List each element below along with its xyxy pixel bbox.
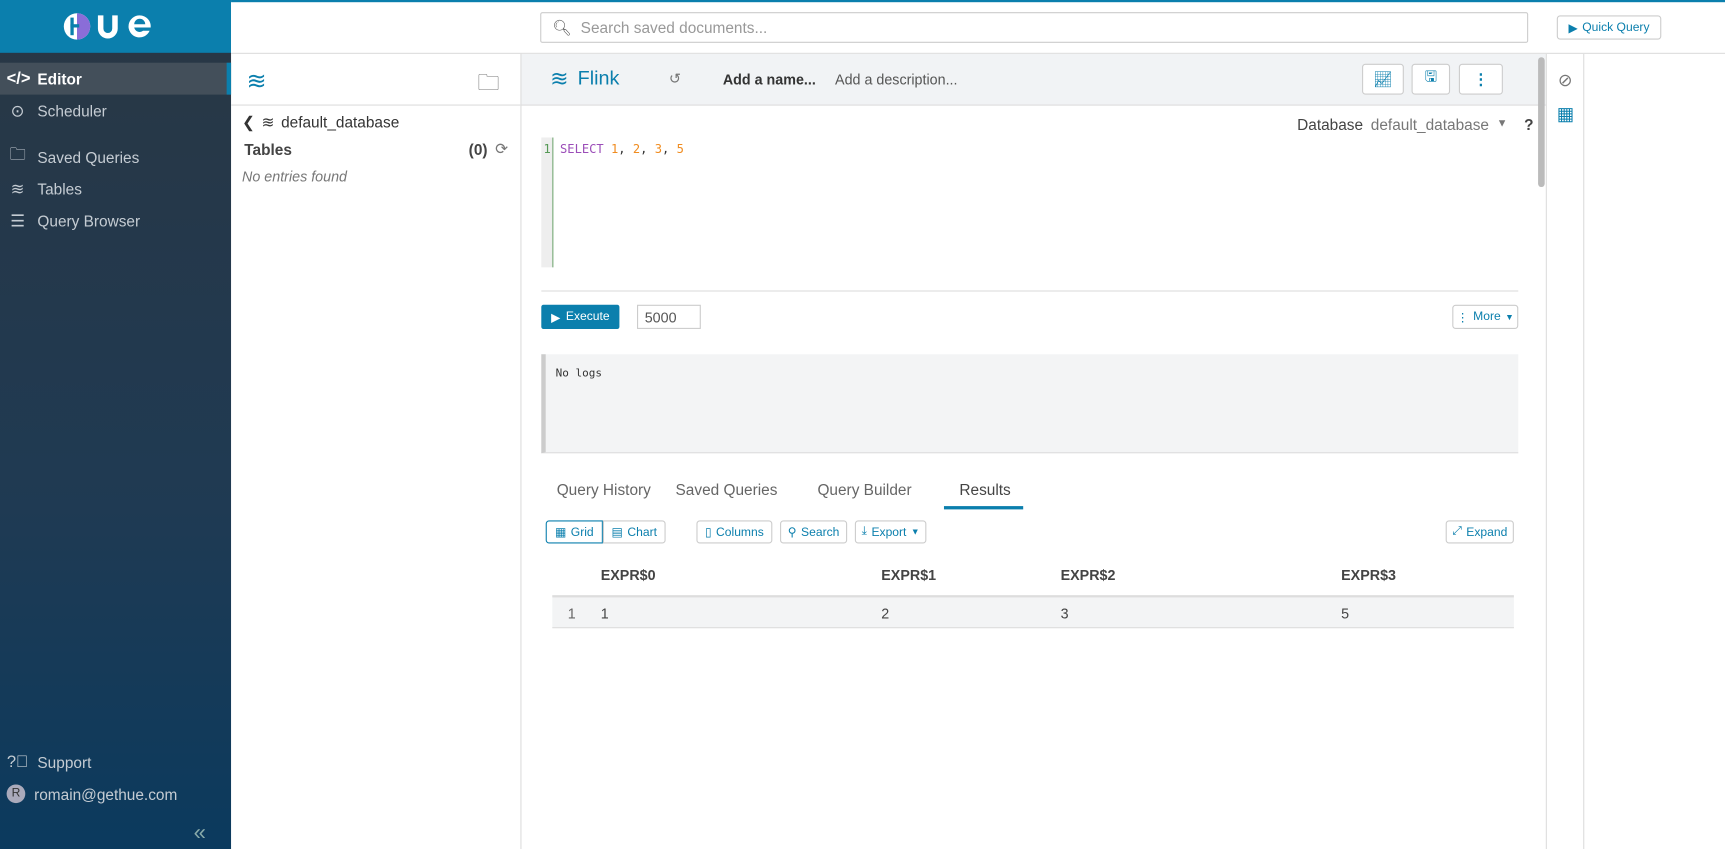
right-rail: ⊘ ▦: [1545, 53, 1585, 849]
tab-query-history[interactable]: Query History: [557, 481, 651, 499]
logs-panel: No logs: [541, 354, 1519, 454]
columns-icon: ▯: [704, 525, 712, 540]
avatar: R: [6, 784, 26, 804]
sidebar-item-scheduler[interactable]: ⊙ Scheduler: [0, 95, 231, 127]
database-breadcrumb[interactable]: ❮ ≋ default_database: [242, 113, 399, 132]
tab-saved-queries[interactable]: Saved Queries: [676, 481, 778, 499]
table-row: [552, 595, 1514, 629]
table-cell: 3: [1060, 605, 1069, 622]
support-link[interactable]: ?⃝ Support: [0, 746, 231, 778]
sidebar-item-query-browser[interactable]: ☰ Query Browser: [0, 205, 231, 237]
chart-button[interactable]: ▤ Chart: [602, 520, 666, 544]
help-icon[interactable]: ?: [1524, 116, 1533, 134]
collapse-sidebar-icon[interactable]: «: [194, 821, 206, 846]
export-button[interactable]: ⤓ Export ▼: [854, 520, 927, 544]
calendar-icon[interactable]: ▦: [1557, 103, 1575, 125]
top-bar: 🔍︎ Search saved documents... ▶ Quick Query: [231, 0, 1725, 54]
search-icon: ⚲: [787, 525, 797, 540]
tables-heading: Tables: [244, 140, 292, 159]
more-vertical-icon[interactable]: ⋮: [1458, 63, 1503, 95]
folder-icon[interactable]: 🗀: [477, 67, 499, 104]
column-header[interactable]: EXPR$1: [881, 567, 936, 584]
grid-icon: ▦: [554, 525, 567, 540]
empty-message: No entries found: [242, 168, 348, 185]
expand-icon: ⤢: [1452, 524, 1462, 538]
divider[interactable]: [541, 290, 1519, 292]
search-button[interactable]: ⚲ Search: [780, 520, 848, 544]
code-icon: </>: [6, 69, 31, 89]
history-icon[interactable]: ↺: [669, 70, 681, 88]
column-header[interactable]: EXPR$0: [601, 567, 656, 584]
expand-button[interactable]: ⤢ Expand: [1445, 520, 1514, 544]
download-icon: ⤓: [861, 524, 868, 538]
database-icon[interactable]: ≋: [246, 67, 266, 96]
grid-button[interactable]: ▦ Grid: [545, 520, 603, 544]
caret-down-icon: ▼: [1505, 311, 1514, 322]
column-header[interactable]: EXPR$2: [1061, 567, 1116, 584]
code-editor[interactable]: 1 SELECT 1, 2, 3, 5: [541, 137, 1518, 268]
column-header[interactable]: EXPR$3: [1341, 567, 1396, 584]
limit-input[interactable]: 5000: [637, 304, 701, 329]
more-button[interactable]: ⋮ More ▼: [1452, 304, 1519, 329]
chart-icon: ▤: [611, 525, 623, 540]
sidebar-item-editor[interactable]: </> Editor: [0, 62, 232, 95]
chart-icon[interactable]: 📈︎: [1362, 63, 1404, 95]
tab-query-builder[interactable]: Query Builder: [817, 481, 911, 499]
help-icon: ?⃝: [6, 752, 29, 772]
play-icon: ▶: [551, 310, 561, 325]
tab-results[interactable]: Results: [959, 481, 1010, 499]
table-cell: 1: [600, 605, 609, 622]
editor-header: ≋ Flink ↺ Add a name... Add a descriptio…: [521, 53, 1546, 188]
sidebar-item-tables[interactable]: ≋ Tables: [0, 173, 231, 205]
sidebar: </> Editor ⊙ Scheduler 🗀 Saved Queries ≋ Tab…: [0, 0, 232, 849]
caret-down-icon: ▼: [910, 526, 920, 537]
scheduler-icon: ⊙: [10, 101, 25, 121]
quick-query-button[interactable]: ▶ Quick Query: [1556, 15, 1662, 40]
database-icon: ≋: [10, 179, 25, 199]
caret-down-icon: ▼: [1496, 117, 1508, 130]
table-cell: 2: [881, 605, 890, 622]
query-description-input[interactable]: Add a description...: [835, 72, 957, 89]
user-menu[interactable]: Rromain@gethue.com: [0, 778, 231, 810]
save-icon[interactable]: 🖫: [1411, 63, 1451, 95]
compass-icon[interactable]: ⊘: [1558, 69, 1573, 91]
scrollbar[interactable]: [1538, 57, 1545, 188]
query-name-input[interactable]: Add a name...: [723, 72, 816, 89]
active-tab-indicator: [943, 506, 1024, 510]
table-cell: 5: [1341, 605, 1350, 622]
folder-icon: 🗀: [9, 145, 26, 164]
search-icon: 🔍︎: [552, 18, 572, 36]
more-vertical-icon: ⋮: [1456, 310, 1469, 325]
server-icon: ☰: [10, 211, 25, 231]
play-icon: ▶: [1568, 21, 1578, 35]
database-icon: ≋: [261, 113, 275, 131]
database-selector[interactable]: Database default_database ▼?: [1297, 116, 1533, 134]
execute-button[interactable]: ▶ Execute: [541, 304, 620, 329]
engine-title[interactable]: Flink: [578, 67, 620, 90]
assist-panel: ≋ 🗀 ❮ ≋ default_database Tables (0) ⟳ No e…: [231, 53, 522, 849]
tables-count: (0): [468, 140, 488, 159]
code-line: SELECT 1, 2, 3, 5: [560, 141, 684, 157]
columns-button[interactable]: ▯ Columns: [696, 520, 773, 544]
sidebar-item-saved-queries[interactable]: 🗀 Saved Queries: [0, 141, 231, 173]
search-input[interactable]: 🔍︎ Search saved documents...: [540, 12, 1529, 43]
refresh-icon[interactable]: ⟳: [495, 140, 508, 159]
hue-logo[interactable]: [0, 0, 232, 53]
back-icon[interactable]: ❮: [242, 113, 255, 132]
row-index: 1: [567, 605, 576, 622]
database-icon: ≋: [550, 67, 569, 92]
